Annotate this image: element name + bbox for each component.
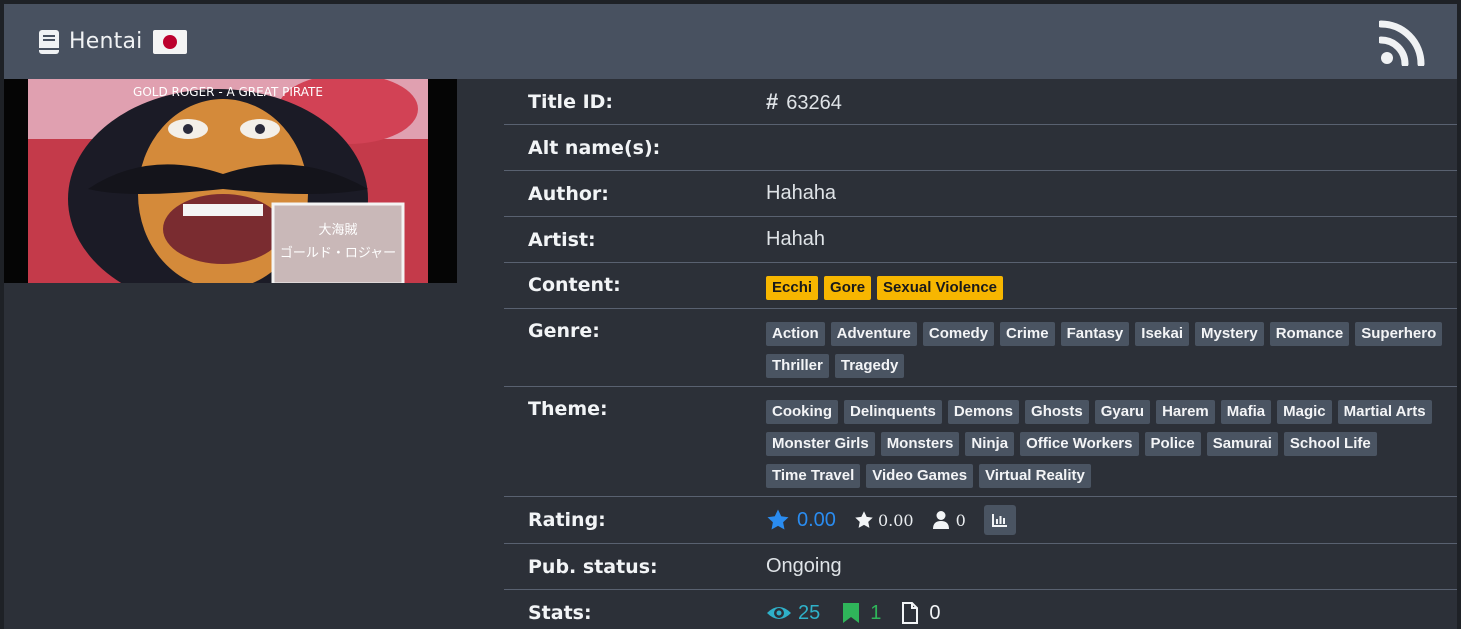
content-tag[interactable]: Ecchi <box>766 276 819 300</box>
genre-tag[interactable]: Adventure <box>830 322 917 346</box>
manga-title: Hentai <box>69 29 143 54</box>
genre-tag[interactable]: Crime <box>1000 322 1055 346</box>
file-icon <box>902 602 919 624</box>
genre-tag[interactable]: Thriller <box>766 354 829 378</box>
theme-tag[interactable]: Magic <box>1277 400 1332 424</box>
stats-label: Stats: <box>528 602 592 624</box>
row-genre: Genre: Action Adventure Comedy Crime Fan… <box>504 309 1457 387</box>
theme-tag[interactable]: Gyaru <box>1094 400 1151 424</box>
theme-tags: Cooking Delinquents Demons Ghosts Gyaru … <box>766 387 1457 497</box>
row-content: Content: Ecchi Gore Sexual Violence <box>504 263 1457 309</box>
theme-label: Theme: <box>528 398 608 420</box>
row-title-id: Title ID: #63264 <box>504 79 1457 125</box>
content-label: Content: <box>528 274 621 296</box>
book-icon <box>39 29 59 54</box>
rating-chart-button[interactable] <box>983 505 1016 535</box>
cover-jp-name: ゴールド・ロジャー <box>280 245 396 261</box>
bookmark-icon <box>843 603 860 623</box>
genre-tag[interactable]: Comedy <box>922 322 995 346</box>
eye-icon <box>767 607 791 619</box>
theme-tag[interactable]: Samurai <box>1206 432 1278 456</box>
theme-tag[interactable]: Mafia <box>1220 400 1272 424</box>
stats-values: 25 1 0 <box>766 602 1457 625</box>
rss-icon[interactable] <box>1379 18 1427 66</box>
pub-status-value: Ongoing <box>766 555 842 577</box>
follows-count: 1 <box>870 601 882 624</box>
row-pub-status: Pub. status: Ongoing <box>504 544 1457 590</box>
genre-tag[interactable]: Mystery <box>1195 322 1264 346</box>
rating-label: Rating: <box>528 509 606 531</box>
theme-tag[interactable]: Video Games <box>866 464 974 488</box>
title-id-value: 63264 <box>786 91 842 114</box>
theme-tag[interactable]: Ghosts <box>1025 400 1089 424</box>
theme-tag[interactable]: Martial Arts <box>1337 400 1432 424</box>
author-link[interactable]: Hahaha <box>766 182 1457 205</box>
theme-tag[interactable]: Office Workers <box>1020 432 1139 456</box>
rating-values: 0.00 0.00 0 <box>766 505 1457 535</box>
pub-status-label: Pub. status: <box>528 555 658 578</box>
row-author: Author: Hahaha <box>504 171 1457 217</box>
title-heading: Hentai <box>38 29 188 55</box>
row-artist: Artist: Hahah <box>504 217 1457 263</box>
card-header: Hentai <box>4 4 1457 79</box>
row-rating: Rating: 0.00 0.00 0 <box>504 497 1457 544</box>
star-icon <box>855 511 873 528</box>
title-card: Hentai 大海賊 ゴールド・ロジャー GOLD ROGER - A GREA… <box>4 4 1457 629</box>
hash-icon: # <box>766 88 779 114</box>
content-tag[interactable]: Sexual Violence <box>877 276 1003 300</box>
bayesian-rating: 0.00 <box>797 508 836 531</box>
theme-tag[interactable]: Police <box>1144 432 1201 456</box>
rating-users: 0 <box>955 510 966 530</box>
star-icon <box>767 509 789 530</box>
japan-flag-icon <box>153 29 188 54</box>
views-count: 25 <box>798 601 821 624</box>
theme-tag[interactable]: Delinquents <box>844 400 942 424</box>
theme-tag[interactable]: Cooking <box>766 400 838 424</box>
genre-tags: Action Adventure Comedy Crime Fantasy Is… <box>766 309 1457 387</box>
genre-tag[interactable]: Isekai <box>1135 322 1189 346</box>
theme-tag[interactable]: Demons <box>947 400 1020 424</box>
genre-tag[interactable]: Fantasy <box>1060 322 1130 346</box>
row-theme: Theme: Cooking Delinquents Demons Ghosts… <box>504 387 1457 497</box>
user-icon <box>932 511 949 529</box>
content-tags: Ecchi Gore Sexual Violence <box>766 263 1457 309</box>
theme-tag[interactable]: Virtual Reality <box>979 464 1091 488</box>
content-tag[interactable]: Gore <box>824 276 872 300</box>
cover-artwork: 大海賊 ゴールド・ロジャー GOLD ROGER - A GREAT PIRAT… <box>28 79 428 283</box>
row-stats: Stats: 25 1 0 <box>504 590 1457 629</box>
title-id-label: Title ID: <box>528 90 614 113</box>
theme-tag[interactable]: Monsters <box>880 432 960 456</box>
info-table: Title ID: #63264 Alt name(s): Author: Ha… <box>504 79 1457 629</box>
alt-names-label: Alt name(s): <box>528 136 661 159</box>
title-id-value-wrap: #63264 <box>766 89 1457 115</box>
theme-tag[interactable]: School Life <box>1283 432 1377 456</box>
theme-tag[interactable]: Monster Girls <box>766 432 875 456</box>
genre-tag[interactable]: Superhero <box>1355 322 1443 346</box>
cover-image[interactable]: 大海賊 ゴールド・ロジャー GOLD ROGER - A GREAT PIRAT… <box>4 79 457 283</box>
genre-tag[interactable]: Romance <box>1269 322 1350 346</box>
chapters-count: 0 <box>929 601 941 624</box>
genre-label: Genre: <box>528 320 600 342</box>
chart-icon <box>991 514 1007 527</box>
artist-label: Artist: <box>528 228 596 251</box>
genre-tag[interactable]: Tragedy <box>834 354 905 378</box>
mean-rating: 0.00 <box>877 510 914 530</box>
theme-tag[interactable]: Harem <box>1156 400 1215 424</box>
artist-link[interactable]: Hahah <box>766 228 1457 251</box>
theme-tag[interactable]: Time Travel <box>766 464 861 488</box>
row-alt-names: Alt name(s): <box>504 125 1457 171</box>
genre-tag[interactable]: Action <box>766 322 825 346</box>
cover-jp-title: 大海賊 <box>318 223 357 238</box>
cover-caption: GOLD ROGER - A GREAT PIRATE <box>133 85 323 99</box>
author-label: Author: <box>528 182 609 205</box>
theme-tag[interactable]: Ninja <box>965 432 1015 456</box>
